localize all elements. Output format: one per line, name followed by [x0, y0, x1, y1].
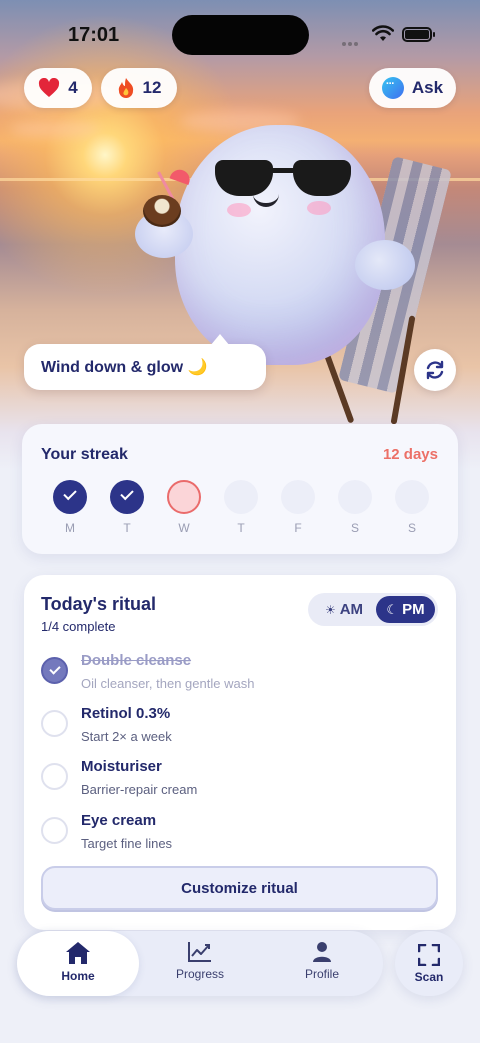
- person-icon: [313, 942, 331, 962]
- nav-item-profile[interactable]: Profile: [261, 941, 383, 989]
- streak-day-label: W: [178, 521, 190, 535]
- ritual-task[interactable]: Retinol 0.3% Start 2× a week: [41, 705, 441, 749]
- streak-day-done: [53, 480, 87, 514]
- streak-day-label: T: [237, 521, 245, 535]
- ritual-progress: 1/4 complete: [41, 619, 116, 634]
- refresh-button[interactable]: [414, 349, 456, 391]
- streak-day-label: M: [65, 521, 75, 535]
- heart-icon: [39, 78, 60, 97]
- chart-icon: [188, 942, 211, 962]
- task-description: Oil cleanser, then gentle wash: [81, 676, 255, 691]
- streak-day-future: [281, 480, 315, 514]
- streak-day-label: S: [350, 521, 359, 535]
- battery-icon: [402, 27, 435, 42]
- task-checkbox[interactable]: [41, 657, 68, 684]
- streak-days-count: 12 days: [382, 446, 438, 463]
- hearts-counter[interactable]: 4: [24, 68, 92, 108]
- ritual-card: Today's ritual 1/4 complete ☀ AM ☾ PM Do…: [24, 575, 456, 930]
- moon-icon: ☾: [386, 601, 399, 617]
- task-name: Moisturiser: [81, 758, 162, 775]
- streak-day-label: T: [123, 521, 131, 535]
- ask-label: Ask: [411, 78, 444, 97]
- sunglasses: [215, 160, 355, 200]
- streak-day-label: S: [407, 521, 416, 535]
- streak-day-label: F: [294, 521, 302, 535]
- am-label: AM: [339, 601, 364, 618]
- hearts-count: 4: [68, 78, 78, 97]
- ritual-title: Today's ritual: [41, 594, 156, 614]
- pm-label: PM: [402, 601, 425, 618]
- streak-count: 12: [142, 78, 162, 97]
- task-checkbox[interactable]: [41, 817, 68, 844]
- nav-label: Home: [61, 969, 95, 983]
- streak-day-today: [167, 480, 201, 514]
- task-checkbox[interactable]: [41, 763, 68, 790]
- nav-item-home[interactable]: Home: [17, 941, 139, 989]
- bottom-nav: Home Progress Profile: [17, 931, 383, 996]
- signal-icon: [342, 33, 364, 46]
- nav-label: Profile: [304, 967, 339, 981]
- customize-ritual-button[interactable]: Customize ritual: [41, 866, 438, 910]
- status-bar: 17:01: [0, 0, 480, 70]
- ritual-task[interactable]: Eye cream Target fine lines: [41, 812, 441, 856]
- pm-toggle-button[interactable]: ☾ PM: [376, 596, 435, 623]
- scan-button[interactable]: Scan: [395, 931, 463, 996]
- am-toggle-button[interactable]: ☀ AM: [314, 596, 374, 623]
- task-description: Barrier-repair cream: [81, 782, 198, 797]
- coconut-drink: [143, 195, 181, 227]
- streak-counter[interactable]: 12: [101, 68, 177, 108]
- scan-icon: [418, 943, 440, 966]
- flame-icon: [118, 78, 133, 98]
- task-description: Start 2× a week: [81, 729, 172, 744]
- status-time: 17:01: [68, 24, 120, 46]
- streak-day-future: [224, 480, 258, 514]
- task-name: Retinol 0.3%: [81, 705, 171, 722]
- task-name: Eye cream: [81, 812, 157, 829]
- task-description: Target fine lines: [81, 836, 173, 851]
- streak-day-done: [110, 480, 144, 514]
- streak-day-future: [395, 480, 429, 514]
- ritual-task[interactable]: Moisturiser Barrier-repair cream: [41, 758, 441, 802]
- mascot-speech-bubble: Wind down & glow 🌙: [24, 334, 266, 390]
- home-icon: [66, 942, 90, 964]
- streak-title: Your streak: [41, 446, 128, 463]
- chat-bubble-icon: [381, 77, 404, 99]
- nav-label: Progress: [175, 967, 225, 981]
- sun-icon: ☀: [324, 602, 336, 617]
- streak-card: Your streak 12 days M T W T F S S: [22, 424, 458, 554]
- wifi-icon: [372, 25, 394, 41]
- ask-button[interactable]: Ask: [369, 68, 456, 108]
- am-pm-toggle: ☀ AM ☾ PM: [308, 593, 438, 626]
- scan-label: Scan: [414, 969, 444, 984]
- ritual-task[interactable]: Double cleanse Oil cleanser, then gentle…: [41, 652, 441, 696]
- task-checkbox[interactable]: [41, 710, 68, 737]
- dynamic-island: [172, 15, 309, 55]
- refresh-icon: [426, 360, 444, 380]
- task-name: Double cleanse: [81, 652, 192, 669]
- streak-day-future: [338, 480, 372, 514]
- nav-item-progress[interactable]: Progress: [139, 941, 261, 989]
- mascot-speech-text: Wind down & glow 🌙: [41, 359, 208, 376]
